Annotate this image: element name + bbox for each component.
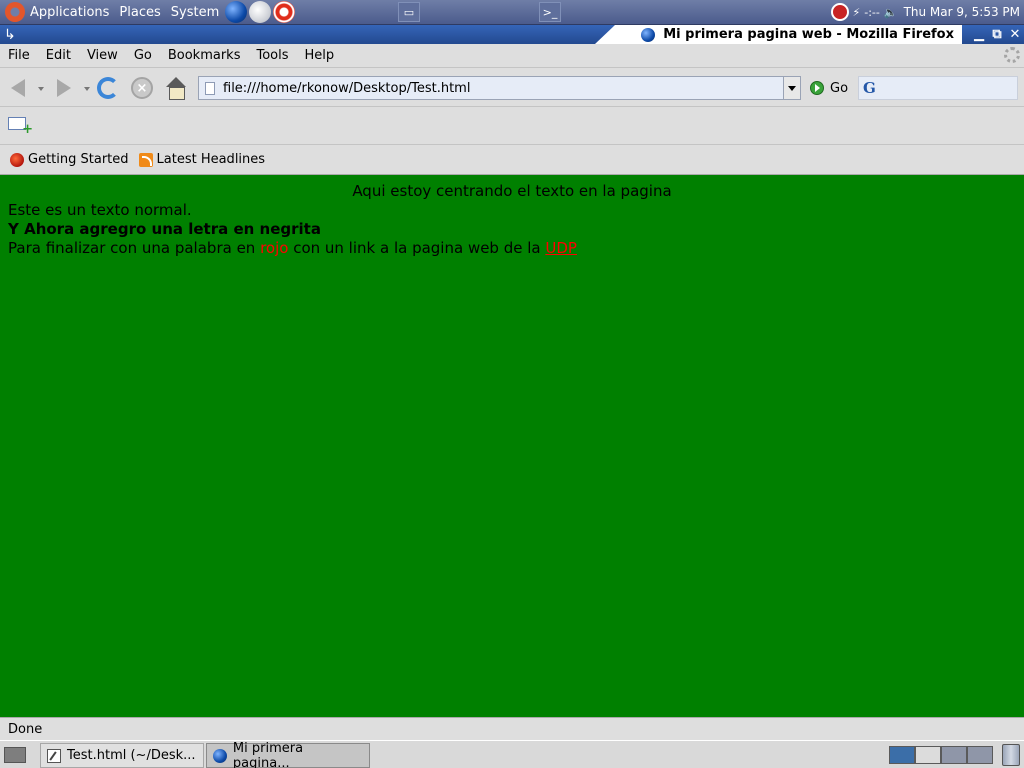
power-tray-icon[interactable]: ⚡ <box>853 6 861 19</box>
clock[interactable]: Thu Mar 9, 5:53 PM <box>904 5 1020 19</box>
system-tray: ⚡ -:-- 🔈 Thu Mar 9, 5:53 PM <box>830 0 1024 24</box>
red-word: rojo <box>260 239 289 257</box>
url-history-dropdown[interactable] <box>783 77 800 99</box>
web-browser-launcher-icon[interactable] <box>225 1 248 23</box>
status-bar: Done <box>0 717 1024 740</box>
normal-text: Este es un texto normal. <box>8 201 192 219</box>
close-icon[interactable]: ✕ <box>1008 27 1022 42</box>
back-arrow-icon <box>11 79 25 97</box>
workspace-2[interactable] <box>915 746 941 764</box>
top-panel: Applications Places System ▭ >_ ⚡ -:-- 🔈… <box>0 0 1024 25</box>
show-desktop-icon[interactable] <box>4 747 26 763</box>
bookmark-getting-started[interactable]: Getting Started <box>10 152 129 167</box>
terminal-launcher-icon[interactable]: >_ <box>539 2 561 22</box>
task-label: Test.html (~/Desk... <box>67 748 196 763</box>
text-editor-icon <box>47 748 61 763</box>
forward-history-dropdown[interactable] <box>84 87 90 91</box>
reload-icon <box>97 77 119 99</box>
add-bookmark-icon[interactable] <box>8 117 33 137</box>
menu-bar: File Edit View Go Bookmarks Tools Help <box>0 44 1024 68</box>
bookmark-label: Getting Started <box>28 152 129 167</box>
window-titlebar[interactable]: ↳ Mi primera pagina web - Mozilla Firefo… <box>0 25 1024 44</box>
status-text: Done <box>8 721 43 737</box>
bold-text: Y Ahora agregro una letra en negrita <box>8 220 321 238</box>
firefox-globe-icon <box>641 27 656 42</box>
task-label: Mi primera pagina... <box>232 740 304 768</box>
bookmark-label: Latest Headlines <box>156 152 266 167</box>
go-label: Go <box>830 80 849 96</box>
bottom-taskbar: Test.html (~/Desk... Mi primera pagina..… <box>0 740 1024 768</box>
udp-link[interactable]: UDP <box>545 239 577 257</box>
stop-icon: × <box>131 77 153 99</box>
firefox-task-icon <box>213 748 227 763</box>
throbber-icon <box>1004 47 1020 63</box>
menu-view[interactable]: View <box>79 48 126 63</box>
centered-text: Aqui estoy centrando el texto en la pagi… <box>352 182 672 200</box>
dropdown-arrow-icon <box>788 85 796 91</box>
gnome-foot-icon[interactable] <box>5 2 25 22</box>
menu-edit[interactable]: Edit <box>38 48 79 63</box>
go-arrow-icon <box>810 81 824 95</box>
forward-button[interactable] <box>52 76 76 100</box>
google-search-engine-icon[interactable]: G <box>863 79 876 97</box>
forward-arrow-icon <box>57 79 71 97</box>
system-menu[interactable]: System <box>166 5 224 20</box>
extra-toolbar <box>0 107 1024 145</box>
minimize-icon[interactable]: ▁ <box>972 27 986 42</box>
reload-button[interactable] <box>96 76 120 100</box>
places-menu[interactable]: Places <box>114 5 165 20</box>
workspace-4[interactable] <box>967 746 993 764</box>
page-icon <box>205 81 215 95</box>
stop-button[interactable]: × <box>130 76 154 100</box>
back-button[interactable] <box>6 76 30 100</box>
search-bar[interactable]: G <box>858 76 1018 100</box>
home-folder-launcher-icon[interactable]: ▭ <box>398 2 420 22</box>
maximize-icon[interactable]: ⧉ <box>990 27 1004 42</box>
battery-status: -:-- <box>864 5 880 19</box>
menu-bookmarks[interactable]: Bookmarks <box>160 48 249 63</box>
stop-tray-icon[interactable] <box>830 3 849 21</box>
workspace-switcher <box>889 746 993 764</box>
window-controls: ▁ ⧉ ✕ <box>972 25 1022 44</box>
window-title: Mi primera pagina web - Mozilla Firefox <box>595 25 962 44</box>
go-button[interactable]: Go <box>810 78 848 98</box>
trash-icon[interactable] <box>1002 744 1020 766</box>
bookmarks-toolbar: Getting Started Latest Headlines <box>0 145 1024 175</box>
window-menu-icon[interactable]: ↳ <box>4 27 16 43</box>
url-bar[interactable] <box>198 76 801 100</box>
volume-muted-icon[interactable]: 🔈 <box>884 6 898 19</box>
workspace-1[interactable] <box>889 746 915 764</box>
home-icon <box>165 77 187 100</box>
home-button[interactable] <box>164 76 188 100</box>
firefox-bookmark-icon <box>10 152 24 167</box>
menu-tools[interactable]: Tools <box>248 48 296 63</box>
url-input[interactable] <box>223 80 783 96</box>
menu-help[interactable]: Help <box>297 48 343 63</box>
final-line: Para finalizar con una palabra en rojo c… <box>8 239 1016 258</box>
task-firefox[interactable]: Mi primera pagina... <box>206 740 370 768</box>
final-prefix: Para finalizar con una palabra en <box>8 239 261 257</box>
help-launcher-icon[interactable] <box>273 1 296 23</box>
rss-feed-icon <box>138 152 153 167</box>
menu-file[interactable]: File <box>0 48 38 63</box>
window-title-text: Mi primera pagina web - Mozilla Firefox <box>663 27 954 42</box>
bookmark-latest-headlines[interactable]: Latest Headlines <box>138 152 266 167</box>
task-text-editor[interactable]: Test.html (~/Desk... <box>40 743 204 768</box>
page-content: Aqui estoy centrando el texto en la pagi… <box>0 175 1024 717</box>
email-launcher-icon[interactable] <box>249 1 272 23</box>
back-history-dropdown[interactable] <box>38 87 44 91</box>
workspace-3[interactable] <box>941 746 967 764</box>
menu-go[interactable]: Go <box>126 48 160 63</box>
final-middle: con un link a la pagina web de la <box>288 239 546 257</box>
applications-menu[interactable]: Applications <box>25 5 114 20</box>
